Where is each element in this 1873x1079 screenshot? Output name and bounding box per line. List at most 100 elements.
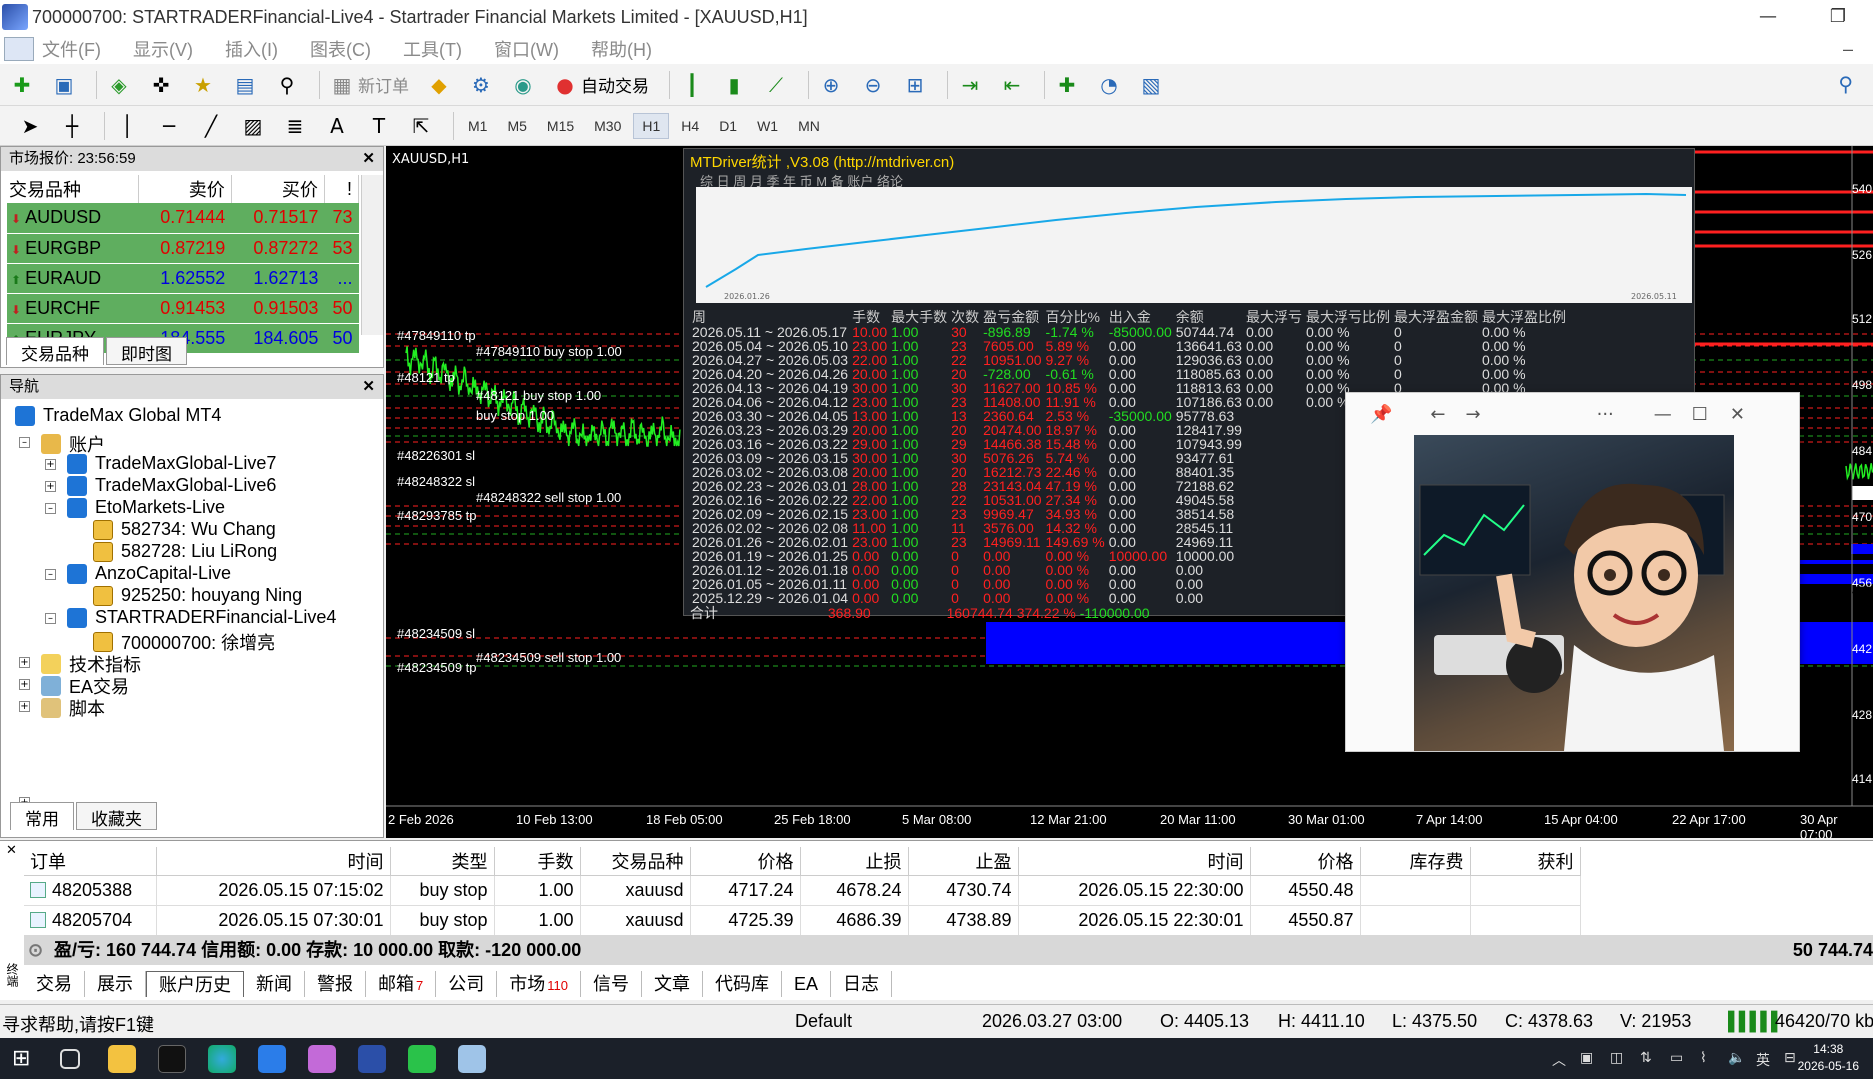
stats-header[interactable]: 次数 — [949, 309, 981, 325]
navigator-icon[interactable]: ★ — [187, 70, 219, 100]
order-label[interactable]: buy stop 1.00 — [476, 408, 554, 423]
system-clock[interactable]: 14:38 2026-05-16 — [1798, 1041, 1859, 1075]
order-label[interactable]: #48121 buy stop 1.00 — [476, 388, 601, 403]
restore-button[interactable]: ❐ — [1803, 0, 1873, 34]
order-id-cell[interactable]: 48205704 — [24, 905, 157, 936]
symbol-cell[interactable]: ⬆ EURAUD — [7, 263, 139, 294]
tradingview-icon[interactable] — [158, 1045, 186, 1073]
orders-cell[interactable]: 4717.24 — [690, 875, 801, 906]
symbol-cell[interactable]: ⬇ EURGBP — [7, 233, 139, 264]
orders-col-header[interactable]: 库存费 — [1360, 847, 1471, 876]
terminal-tab[interactable]: 市场 110 — [497, 971, 581, 997]
options-icon[interactable]: ⚙ — [465, 70, 497, 100]
orders-col-header[interactable]: 时间 — [156, 847, 391, 876]
tf-m15[interactable]: M15 — [539, 114, 582, 138]
menu-view[interactable]: 显示(V) — [133, 36, 193, 62]
menu-insert[interactable]: 插入(I) — [225, 36, 278, 62]
terminal-tab[interactable]: 日志 — [831, 971, 892, 997]
menu-help[interactable]: 帮助(H) — [591, 36, 652, 62]
cursor-icon[interactable]: ➤ — [14, 111, 46, 141]
text-label-icon[interactable]: T — [363, 111, 395, 141]
nav-server[interactable]: TradeMaxGlobal-Live6 — [67, 475, 276, 496]
market-watch-row[interactable]: ⬆ EURAUD 1.62552 1.62713 ... — [7, 263, 359, 294]
tab-tick-chart[interactable]: 即时图 — [106, 337, 187, 365]
terminal-tab[interactable]: 文章 — [642, 971, 703, 997]
nav-server[interactable]: STARTRADERFinancial-Live4 — [67, 607, 336, 628]
new-order-icon[interactable]: ▦ — [326, 70, 358, 100]
col-spread[interactable]: ! — [324, 175, 360, 203]
order-label[interactable]: #48234509 sl — [397, 626, 475, 641]
terminal-tab[interactable]: 公司 — [436, 971, 498, 997]
market-watch-icon[interactable]: ◈ — [103, 70, 135, 100]
market-watch-row[interactable]: ⬇ AUDUSD 0.71444 0.71517 73 — [7, 203, 359, 234]
market-watch-row[interactable]: ⬇ EURGBP 0.87219 0.87272 53 — [7, 233, 359, 264]
nav-root[interactable]: TradeMax Global MT4 — [15, 405, 221, 426]
order-label[interactable]: #48248322 sell stop 1.00 — [476, 490, 621, 505]
orders-cell[interactable]: 1.00 — [494, 905, 581, 936]
terminal-tab[interactable]: 邮箱 7 — [366, 971, 437, 997]
orders-col-header[interactable]: 价格 — [1250, 847, 1361, 876]
search-icon[interactable]: ⚲ — [1838, 72, 1853, 96]
symbol-cell[interactable]: ⬇ AUDUSD — [7, 203, 139, 234]
stats-header[interactable]: 最大手数 — [889, 309, 949, 325]
orders-cell[interactable]: 1.00 — [494, 875, 581, 906]
orders-col-header[interactable]: 时间 — [1018, 847, 1251, 876]
bid-cell[interactable]: 0.91453 — [138, 293, 232, 324]
horizontal-line-icon[interactable]: ─ — [153, 111, 185, 141]
wifi-icon[interactable]: ⌇ — [1700, 1050, 1707, 1066]
tab-symbols[interactable]: 交易品种 — [6, 337, 104, 365]
nav-server[interactable]: AnzoCapital-Live — [67, 563, 231, 584]
stats-header[interactable]: 余额 — [1174, 309, 1244, 325]
task-view-icon[interactable] — [60, 1049, 80, 1069]
maximize-icon[interactable]: ☐ — [1692, 404, 1708, 425]
order-label[interactable]: #48226301 sl — [397, 448, 475, 463]
mdi-minimize-icon[interactable]: – — [1843, 39, 1853, 60]
stats-header[interactable]: 最大浮盈比例 — [1480, 309, 1568, 325]
app-icon[interactable] — [258, 1045, 286, 1073]
tray-icon-4[interactable]: ▭ — [1670, 1050, 1683, 1066]
orders-cell[interactable]: xauusd — [580, 875, 691, 906]
orders-cell[interactable]: 4738.89 — [908, 905, 1019, 936]
nav-group[interactable]: 脚本 — [41, 695, 105, 721]
collapse-icon[interactable]: – — [45, 503, 56, 514]
close-icon[interactable]: ✕ — [362, 147, 375, 171]
orders-col-header[interactable]: 止损 — [800, 847, 909, 876]
market-watch-row[interactable]: ⬇ EURCHF 0.91453 0.91503 50 — [7, 293, 359, 324]
zoom-in-icon[interactable]: ⊕ — [815, 70, 847, 100]
zoom-out-icon[interactable]: ⊖ — [857, 70, 889, 100]
orders-cell[interactable]: 4730.74 — [908, 875, 1019, 906]
notepad-icon[interactable] — [458, 1045, 486, 1073]
menu-window[interactable]: 窗口(W) — [494, 36, 559, 62]
order-label[interactable]: #48293785 tp — [397, 508, 477, 523]
orders-col-header[interactable]: 订单 — [24, 847, 157, 876]
minimize-button[interactable]: — — [1733, 0, 1803, 34]
terminal-tab[interactable]: 代码库 — [703, 971, 782, 997]
terminal-tab[interactable]: 信号 — [581, 971, 642, 997]
menu-file[interactable]: 文件(F) — [42, 36, 101, 62]
bid-cell[interactable]: 0.87219 — [138, 233, 232, 264]
terminal-tab[interactable]: 警报 — [305, 971, 366, 997]
nav-account[interactable]: 582734: Wu Chang — [93, 519, 276, 540]
more-icon[interactable]: ··· — [1597, 404, 1614, 425]
orders-cell[interactable]: buy stop — [390, 905, 495, 936]
col-bid[interactable]: 卖价 — [138, 175, 232, 203]
spread-cell[interactable]: 53 — [324, 233, 359, 264]
orders-cell[interactable]: 4550.48 — [1250, 875, 1361, 906]
line-chart-icon[interactable]: ⟋ — [760, 70, 792, 100]
ime-mode-icon[interactable]: ⊟ — [1784, 1050, 1796, 1066]
app-icon-2[interactable] — [308, 1045, 336, 1073]
stats-header[interactable]: 盈亏金额 — [981, 309, 1043, 325]
orders-col-header[interactable]: 交易品种 — [580, 847, 691, 876]
minimize-icon[interactable]: — — [1654, 404, 1672, 425]
tf-m5[interactable]: M5 — [499, 114, 534, 138]
text-icon[interactable]: A — [321, 111, 353, 141]
strategy-tester-icon[interactable]: ⚲ — [271, 70, 303, 100]
data-window-icon[interactable]: ✜ — [145, 70, 177, 100]
nav-server[interactable]: EtoMarkets-Live — [67, 497, 225, 518]
spread-cell[interactable]: ... — [324, 263, 359, 294]
orders-cell[interactable] — [1360, 875, 1471, 906]
volume-icon[interactable]: 🔈 — [1728, 1050, 1745, 1066]
order-label[interactable]: #47849110 buy stop 1.00 — [476, 344, 622, 359]
stats-header[interactable]: 最大浮亏比例 — [1304, 309, 1392, 325]
crosshair-icon[interactable]: ┼ — [56, 111, 88, 141]
